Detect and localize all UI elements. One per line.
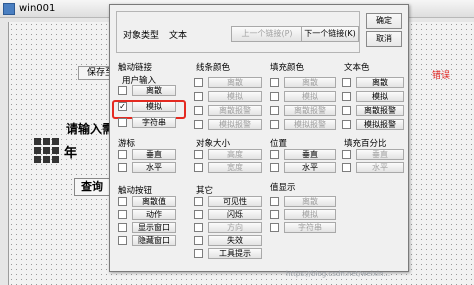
background-query-button[interactable]: 查询 (74, 178, 110, 196)
orientation-button[interactable]: 方向 (208, 222, 262, 233)
line-discrete-alarm-checkbox[interactable] (194, 106, 203, 115)
cursor-vertical-checkbox[interactable] (118, 150, 127, 159)
line-discrete-checkbox[interactable] (194, 78, 203, 87)
value-analog-button[interactable]: 模拟 (284, 209, 336, 220)
visibility-checkbox[interactable] (194, 197, 203, 206)
text-discrete-button[interactable]: 离散 (356, 77, 404, 88)
visibility-button[interactable]: 可见性 (208, 196, 262, 207)
text-color-title: 文本色 (344, 63, 370, 73)
background-error-text: 错误 (432, 71, 451, 81)
object-info-box: 对象类型 文本 上一个链接(P) 下一个链接(K) (116, 11, 360, 53)
disable-checkbox[interactable] (194, 236, 203, 245)
text-discrete-alarm-button[interactable]: 离散报警 (356, 105, 404, 116)
blink-button[interactable]: 闪烁 (208, 209, 262, 220)
value-string-button[interactable]: 字符串 (284, 222, 336, 233)
animation-link-dialog: 对象类型 文本 上一个链接(P) 下一个链接(K) 确定 取消 触动链接 用户输… (109, 4, 409, 272)
disable-button[interactable]: 失效 (208, 235, 262, 246)
position-horizontal-checkbox[interactable] (270, 163, 279, 172)
background-placeholder-glyphs (34, 138, 62, 164)
width-checkbox[interactable] (194, 163, 203, 172)
string-input-checkbox[interactable] (118, 118, 127, 127)
line-discrete-button[interactable]: 离散 (208, 77, 262, 88)
hide-window-button[interactable]: 隐藏窗口 (132, 235, 176, 246)
touch-link-title: 触动链接 (118, 63, 153, 73)
text-analog-button[interactable]: 模拟 (356, 91, 404, 102)
fill-color-title: 填充颜色 (270, 63, 305, 73)
line-discrete-alarm-button[interactable]: 离散报警 (208, 105, 262, 116)
object-type-label: 对象类型 (123, 31, 160, 41)
fill-discrete-checkbox[interactable] (270, 78, 279, 87)
tooltip-checkbox[interactable] (194, 249, 203, 258)
position-horizontal-button[interactable]: 水平 (284, 162, 336, 173)
value-discrete-button[interactable]: 离散 (284, 196, 336, 207)
ok-button[interactable]: 确定 (366, 13, 402, 29)
fill-percent-horizontal-checkbox[interactable] (342, 163, 351, 172)
position-title: 位置 (270, 139, 288, 149)
fill-discrete-alarm-checkbox[interactable] (270, 106, 279, 115)
cursor-horizontal-button[interactable]: 水平 (132, 162, 176, 173)
orientation-checkbox[interactable] (194, 223, 203, 232)
fill-percent-title: 填充百分比 (344, 139, 387, 149)
text-analog-alarm-button[interactable]: 模拟报警 (356, 119, 404, 130)
line-color-title: 线条颜色 (196, 63, 231, 73)
discrete-input-checkbox[interactable] (118, 86, 127, 95)
position-vertical-checkbox[interactable] (270, 150, 279, 159)
tooltip-button[interactable]: 工具提示 (208, 248, 262, 259)
cursor-title: 游标 (118, 139, 136, 149)
show-window-button[interactable]: 显示窗口 (132, 222, 176, 233)
discrete-input-button[interactable]: 离散 (132, 85, 176, 96)
fill-analog-alarm-button[interactable]: 模拟报警 (284, 119, 336, 130)
fill-analog-alarm-checkbox[interactable] (270, 120, 279, 129)
object-type-value: 文本 (169, 31, 188, 41)
prev-link-button[interactable]: 上一个链接(P) (231, 26, 303, 42)
height-checkbox[interactable] (194, 150, 203, 159)
fill-analog-button[interactable]: 模拟 (284, 91, 336, 102)
discrete-value-button[interactable]: 离散值 (132, 196, 176, 207)
string-input-button[interactable]: 字符串 (132, 117, 176, 128)
cursor-vertical-button[interactable]: 垂直 (132, 149, 176, 160)
background-year-label: 年 (64, 146, 78, 161)
line-analog-checkbox[interactable] (194, 92, 203, 101)
object-size-title: 对象大小 (196, 139, 231, 149)
action-button[interactable]: 动作 (132, 209, 176, 220)
text-analog-checkbox[interactable] (342, 92, 351, 101)
line-analog-alarm-checkbox[interactable] (194, 120, 203, 129)
text-discrete-checkbox[interactable] (342, 78, 351, 87)
fill-percent-vertical-checkbox[interactable] (342, 150, 351, 159)
show-window-checkbox[interactable] (118, 223, 127, 232)
fill-percent-vertical-button[interactable]: 垂直 (356, 149, 404, 160)
fill-analog-checkbox[interactable] (270, 92, 279, 101)
line-analog-alarm-button[interactable]: 模拟报警 (208, 119, 262, 130)
action-checkbox[interactable] (118, 210, 127, 219)
hide-window-checkbox[interactable] (118, 236, 127, 245)
fill-discrete-alarm-button[interactable]: 离散报警 (284, 105, 336, 116)
window-title: win001 (19, 3, 56, 14)
cancel-button[interactable]: 取消 (366, 31, 402, 47)
app-icon (3, 3, 15, 15)
fill-discrete-button[interactable]: 离散 (284, 77, 336, 88)
value-display-title: 值显示 (270, 183, 296, 193)
line-analog-button[interactable]: 模拟 (208, 91, 262, 102)
touch-button-title: 触动按钮 (118, 186, 153, 196)
width-button[interactable]: 宽度 (208, 162, 262, 173)
text-analog-alarm-checkbox[interactable] (342, 120, 351, 129)
value-string-checkbox[interactable] (270, 223, 279, 232)
value-discrete-checkbox[interactable] (270, 197, 279, 206)
discrete-value-checkbox[interactable] (118, 197, 127, 206)
position-vertical-button[interactable]: 垂直 (284, 149, 336, 160)
watermark-text: https://blog.csdn.net/weixin... (286, 270, 391, 278)
height-button[interactable]: 高度 (208, 149, 262, 160)
fill-percent-horizontal-button[interactable]: 水平 (356, 162, 404, 173)
other-title: 其它 (196, 186, 214, 196)
text-discrete-alarm-checkbox[interactable] (342, 106, 351, 115)
value-analog-checkbox[interactable] (270, 210, 279, 219)
blink-checkbox[interactable] (194, 210, 203, 219)
cursor-horizontal-checkbox[interactable] (118, 163, 127, 172)
next-link-button[interactable]: 下一个链接(K) (301, 26, 359, 42)
